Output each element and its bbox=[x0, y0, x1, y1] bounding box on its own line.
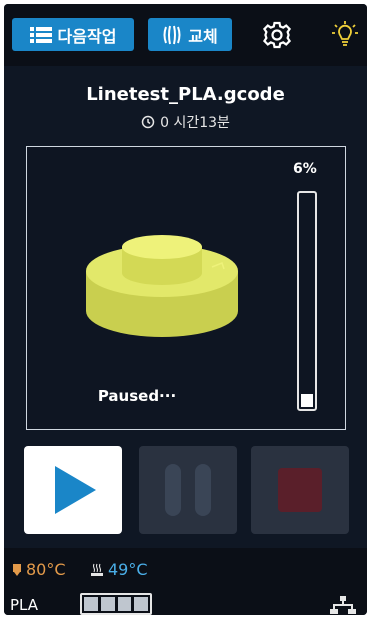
swap-label: 교체 bbox=[188, 26, 218, 46]
filament-level-cell bbox=[117, 597, 132, 611]
progress-percent: 6% bbox=[293, 161, 317, 177]
time-remaining-row: 0 시간13분 bbox=[4, 112, 367, 132]
bed-temp: 49°C bbox=[108, 560, 148, 579]
printer-screen: 다음작업 교체 Linetest_PLA.gcode 0 시간13분 6% Pa… bbox=[4, 4, 367, 615]
gear-icon[interactable] bbox=[262, 20, 292, 50]
nozzle-icon bbox=[13, 563, 21, 576]
stop-button[interactable] bbox=[251, 446, 349, 534]
play-icon bbox=[55, 466, 96, 514]
nozzle-temp-row: 80°C bbox=[12, 560, 66, 579]
print-preview-panel: 6% Paused··· bbox=[26, 146, 346, 430]
filament-level-indicator bbox=[80, 593, 152, 615]
material-label: PLA bbox=[10, 596, 39, 614]
filament-level-cell bbox=[84, 597, 98, 611]
network-icon[interactable] bbox=[330, 596, 356, 614]
status-bar: 80°C 49°C PLA bbox=[4, 548, 367, 615]
play-button[interactable] bbox=[24, 446, 122, 534]
model-preview bbox=[86, 235, 238, 337]
time-remaining: 0 시간13분 bbox=[160, 115, 230, 131]
next-job-button[interactable]: 다음작업 bbox=[12, 18, 134, 51]
nozzle-temp: 80°C bbox=[26, 560, 66, 579]
stop-icon bbox=[278, 468, 322, 512]
lightbulb-icon[interactable] bbox=[330, 20, 360, 50]
print-status: Paused··· bbox=[97, 387, 177, 405]
progress-bar-fill bbox=[301, 394, 313, 407]
filament-level-cell bbox=[134, 597, 148, 611]
next-job-label: 다음작업 bbox=[57, 26, 117, 46]
file-name: Linetest_PLA.gcode bbox=[86, 84, 285, 105]
pause-button[interactable] bbox=[139, 446, 237, 534]
bed-temp-row: 49°C bbox=[90, 560, 148, 579]
top-bar: 다음작업 교체 bbox=[4, 4, 367, 66]
pause-icon bbox=[165, 464, 211, 516]
filament-level-cell bbox=[100, 597, 115, 611]
list-icon bbox=[29, 26, 52, 43]
progress-bar bbox=[297, 191, 317, 411]
clock-icon bbox=[141, 115, 155, 129]
filament-swap-icon bbox=[163, 25, 181, 44]
heated-bed-icon bbox=[91, 563, 103, 576]
swap-filament-button[interactable]: 교체 bbox=[148, 18, 232, 51]
